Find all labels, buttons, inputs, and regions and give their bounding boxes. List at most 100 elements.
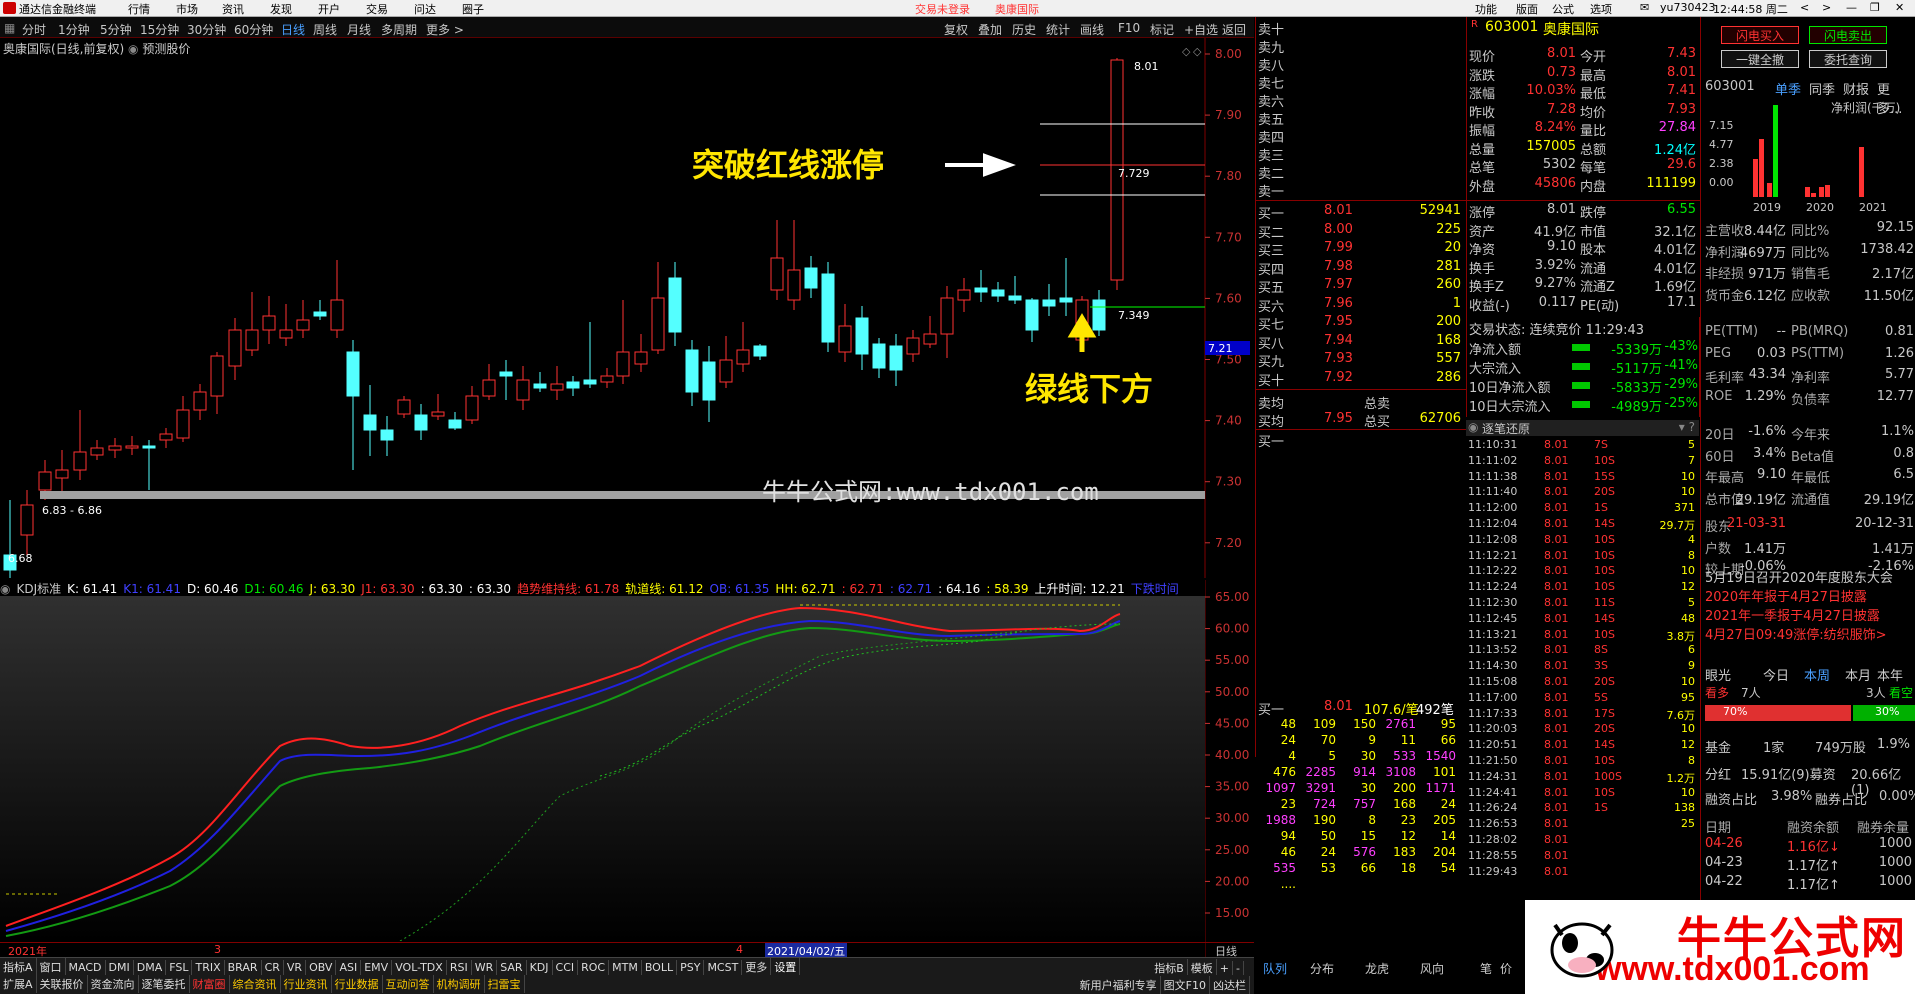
indicator-tab[interactable]: BOLL bbox=[642, 960, 678, 975]
btn-add-watchlist[interactable]: +自选 bbox=[1184, 21, 1218, 38]
buy-row[interactable]: 买十 7.92 286 bbox=[1256, 370, 1466, 389]
extension-tab-right[interactable]: 新用户福利专享 bbox=[1077, 976, 1161, 994]
indicator-tab-right[interactable]: + bbox=[1217, 961, 1234, 976]
btn-mark[interactable]: 标记 bbox=[1150, 21, 1174, 38]
extension-tab[interactable]: 关联报价 bbox=[37, 975, 88, 993]
indicator-tab[interactable]: OBV bbox=[306, 960, 337, 975]
right-tab[interactable]: 单季 bbox=[1775, 79, 1801, 98]
order-tab[interactable]: 龙虎 bbox=[1365, 960, 1389, 977]
indicator-tab[interactable]: CR bbox=[262, 960, 284, 975]
menu-layout[interactable]: 版面 bbox=[1516, 1, 1538, 17]
indicator-tab[interactable]: CCI bbox=[553, 960, 579, 975]
period-1min[interactable]: 1分钟 bbox=[58, 21, 90, 38]
indicator-tab[interactable]: ROC bbox=[578, 960, 610, 975]
period-intraday[interactable]: 分时 bbox=[22, 21, 46, 38]
forward-arrow-icon[interactable]: > bbox=[1822, 1, 1831, 14]
news-item[interactable]: 5月19日召开2020年度股东大会 bbox=[1705, 567, 1893, 586]
extension-tab[interactable]: 行业资讯 bbox=[281, 975, 332, 993]
buy-row[interactable]: 买五 7.97 260 bbox=[1256, 277, 1466, 296]
period-more[interactable]: 更多 > bbox=[426, 21, 464, 38]
indicator-tab[interactable]: SAR bbox=[497, 960, 527, 975]
candlestick-chart[interactable]: 牛牛公式网:www.tdx001.com 8.01 7.729 7.349 6.… bbox=[0, 38, 1254, 578]
restore-icon[interactable]: ❐ bbox=[1870, 1, 1880, 14]
news-item[interactable]: 2020年年报于4月27日披露 bbox=[1705, 586, 1867, 605]
extension-tab[interactable]: 机构调研 bbox=[434, 975, 485, 993]
indicator-tab[interactable]: FSL bbox=[166, 960, 193, 975]
menu-open-account[interactable]: 开户 bbox=[318, 1, 340, 17]
order-tab[interactable]: 笔 bbox=[1480, 960, 1492, 977]
btn-draw[interactable]: 画线 bbox=[1080, 21, 1104, 38]
menu-discover[interactable]: 发现 bbox=[270, 1, 292, 17]
buy-row[interactable]: 买九 7.93 557 bbox=[1256, 351, 1466, 370]
menu-trade[interactable]: 交易 bbox=[366, 1, 388, 17]
ticks-menu-icon[interactable]: ▾ ? bbox=[1679, 420, 1695, 434]
predict-icon[interactable]: ◉ bbox=[128, 42, 138, 56]
menu-formula[interactable]: 公式 bbox=[1552, 1, 1574, 17]
extension-tab[interactable]: 综合资讯 bbox=[230, 975, 281, 993]
indicator-tab[interactable]: 指标A bbox=[0, 958, 37, 976]
extension-tab-right[interactable]: 图文F10 bbox=[1161, 976, 1210, 994]
predict-price[interactable]: 预测股价 bbox=[142, 42, 190, 56]
period-daily[interactable]: 日线 bbox=[281, 21, 305, 38]
indicator-tab[interactable]: MACD bbox=[66, 960, 106, 975]
indicator-tab[interactable]: 窗口 bbox=[37, 958, 66, 976]
order-tab[interactable]: 风向 bbox=[1420, 960, 1444, 977]
extension-tab[interactable]: 扩展A bbox=[0, 975, 37, 993]
indicator-tab[interactable]: VOL-TDX bbox=[392, 960, 447, 975]
extension-tab[interactable]: 扫雷宝 bbox=[485, 975, 525, 993]
indicator-tab[interactable]: 更多 bbox=[742, 958, 772, 976]
vision-tab[interactable]: 本月 bbox=[1845, 665, 1871, 684]
right-button[interactable]: 闪电卖出 bbox=[1809, 26, 1887, 44]
indicator-tab[interactable]: EMV bbox=[361, 960, 393, 975]
period-monthly[interactable]: 月线 bbox=[347, 21, 371, 38]
menu-market[interactable]: 行情 bbox=[128, 1, 150, 17]
period-15min[interactable]: 15分钟 bbox=[140, 21, 179, 38]
buy-row[interactable]: 买八 7.94 168 bbox=[1256, 333, 1466, 352]
trade-login-status[interactable]: 交易未登录 bbox=[915, 1, 970, 17]
menu-news[interactable]: 资讯 bbox=[222, 1, 244, 17]
indicator-tab[interactable]: ASI bbox=[336, 960, 362, 975]
indicator-tab[interactable]: DMA bbox=[134, 960, 167, 975]
menu-quotes[interactable]: 市场 bbox=[176, 1, 198, 17]
indicator-tab[interactable]: MCST bbox=[704, 960, 743, 975]
menu-function[interactable]: 功能 bbox=[1475, 1, 1497, 17]
btn-overlay[interactable]: 叠加 bbox=[978, 21, 1002, 38]
order-tab[interactable]: 队列 bbox=[1263, 960, 1287, 977]
kdj-name[interactable]: KDJ标准 bbox=[16, 582, 61, 596]
extension-tab[interactable]: 逐笔委托 bbox=[139, 975, 190, 993]
extension-tab[interactable]: 互动问答 bbox=[383, 975, 434, 993]
btn-f10[interactable]: F10 bbox=[1118, 21, 1140, 35]
indicator-tab[interactable]: KDJ bbox=[527, 960, 553, 975]
right-button[interactable]: 闪电买入 bbox=[1721, 26, 1799, 44]
indicator-tab[interactable]: RSI bbox=[447, 960, 472, 975]
period-30min[interactable]: 30分钟 bbox=[187, 21, 226, 38]
indicator-tab[interactable]: BRAR bbox=[225, 960, 262, 975]
menu-circle[interactable]: 圈子 bbox=[462, 1, 484, 17]
right-button[interactable]: 委托查询 bbox=[1809, 50, 1887, 68]
indicator-tab[interactable]: PSY bbox=[677, 960, 705, 975]
extension-tab-right[interactable]: 凶达栏 bbox=[1210, 976, 1250, 994]
right-button[interactable]: 一键全撤 bbox=[1721, 50, 1799, 68]
buy-row[interactable]: 买七 7.95 200 bbox=[1256, 314, 1466, 333]
btn-history[interactable]: 历史 bbox=[1012, 21, 1036, 38]
btn-return[interactable]: 返回 bbox=[1222, 21, 1246, 38]
extension-tab[interactable]: 财富圈 bbox=[190, 975, 230, 993]
indicator-tab[interactable]: VR bbox=[284, 960, 307, 975]
vision-tab[interactable]: 本年 bbox=[1877, 665, 1903, 684]
buy-row[interactable]: 买三 7.99 20 bbox=[1256, 240, 1466, 259]
buy-row[interactable]: 买一 8.01 52941 bbox=[1256, 203, 1466, 222]
indicator-tab[interactable]: DMI bbox=[106, 960, 134, 975]
buy-row[interactable]: 买四 7.98 281 bbox=[1256, 259, 1466, 278]
buy-row[interactable]: 买六 7.96 1 bbox=[1256, 296, 1466, 315]
order-tab[interactable]: 价 bbox=[1500, 960, 1512, 977]
btn-stats[interactable]: 统计 bbox=[1046, 21, 1070, 38]
buy-row[interactable]: 买二 8.00 225 bbox=[1256, 222, 1466, 241]
back-arrow-icon[interactable]: < bbox=[1800, 1, 1809, 14]
indicator-tab-right[interactable]: - bbox=[1233, 961, 1244, 976]
vision-tab[interactable]: 本周 bbox=[1804, 665, 1830, 684]
kdj-panel[interactable] bbox=[0, 596, 1205, 941]
period-5min[interactable]: 5分钟 bbox=[100, 21, 132, 38]
right-tab[interactable]: 财报 bbox=[1843, 79, 1869, 98]
menu-options[interactable]: 选项 bbox=[1590, 1, 1612, 17]
close-icon[interactable]: ✕ bbox=[1895, 1, 1904, 14]
